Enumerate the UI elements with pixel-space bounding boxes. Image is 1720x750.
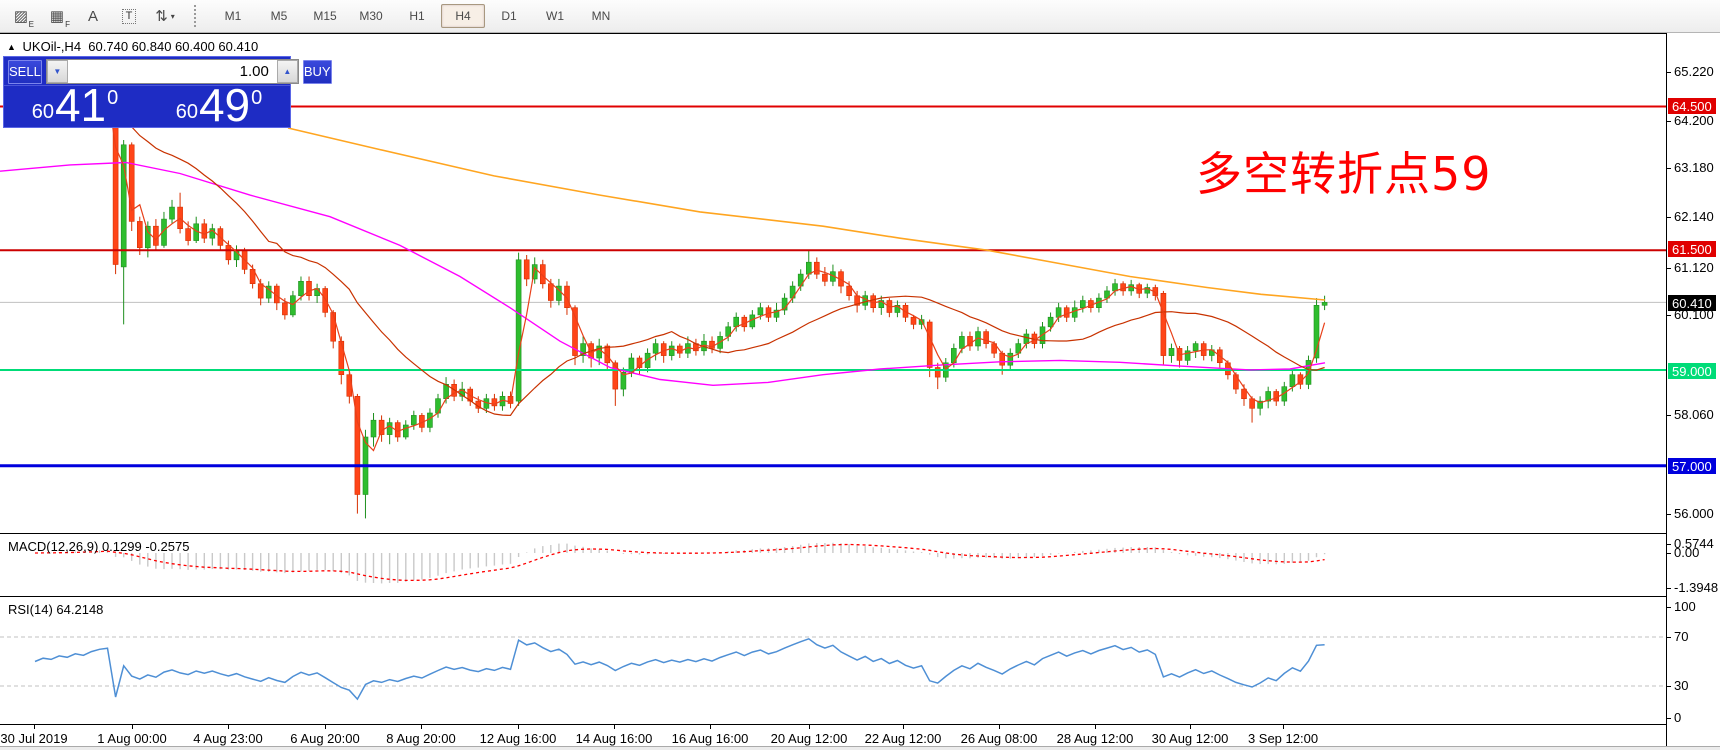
price-tick [1667,553,1671,554]
price-tick [1667,607,1671,608]
date-tick [1283,725,1284,729]
macd-indicator-canvas[interactable] [0,536,1666,596]
price-tick-label: -1.3948 [1674,580,1718,595]
date-axis[interactable]: 30 Jul 2019 1 Aug 00:00 4 Aug 23:00 6 Aug 2… [0,725,1666,746]
price-tick [1667,415,1671,416]
price-tick [1667,268,1671,269]
timeframe-button-d1[interactable]: D1 [487,4,531,28]
date-tick-label: 28 Aug 12:00 [1057,731,1134,746]
date-tick-label: 16 Aug 16:00 [672,731,749,746]
timeframe-button-m30[interactable]: M30 [349,4,393,28]
price-level-badge: 64.500 [1668,98,1716,114]
price-tick-label: 62.140 [1674,209,1714,224]
date-tick [518,725,519,729]
date-tick [325,725,326,729]
chart-title: ▲ UKOil-,H4 60.740 60.840 60.400 60.410 [7,39,258,54]
buy-button[interactable]: BUY [303,60,332,84]
price-level-badge: 59.000 [1668,363,1716,379]
price-tick-label: 70 [1674,629,1688,644]
date-tick-label: 3 Sep 12:00 [1248,731,1318,746]
price-tick [1667,514,1671,515]
date-tick-label: 20 Aug 12:00 [771,731,848,746]
price-tick [1667,315,1671,316]
cursor-arrows-icon[interactable]: ⇅▾ [150,4,180,28]
date-tick [809,725,810,729]
date-tick [710,725,711,729]
price-tick-label: 0.00 [1674,545,1699,560]
date-tick-label: 4 Aug 23:00 [193,731,262,746]
date-tick [421,725,422,729]
symbol-period-label: UKOil-,H4 [23,39,82,54]
date-tick [132,725,133,729]
price-level-badge: 61.500 [1668,241,1716,257]
price-tick-label: 63.180 [1674,160,1714,175]
date-tick-label: 30 Aug 12:00 [1152,731,1229,746]
volume-increase-button[interactable]: ▲ [277,60,298,83]
rsi-label: RSI(14) 64.2148 [8,602,103,617]
one-click-trading-panel: SELL ▼ ▲ BUY 60410 60490 [3,56,291,128]
price-tick [1667,72,1671,73]
date-tick-label: 8 Aug 20:00 [386,731,455,746]
timeframe-button-m5[interactable]: M5 [257,4,301,28]
timeframe-button-m15[interactable]: M15 [303,4,347,28]
hatch-pattern-icon[interactable]: ▨E [6,4,36,28]
grid-pattern-icon[interactable]: ▦F [42,4,72,28]
price-tick [1667,217,1671,218]
window-bottom-edge [0,746,1720,750]
chart-marker-icon: ▲ [7,42,16,52]
price-level-badge: 57.000 [1668,458,1716,474]
timeframe-button-w1[interactable]: W1 [533,4,577,28]
sell-button[interactable]: SELL [8,60,42,84]
date-tick-label: 6 Aug 20:00 [290,731,359,746]
macd-label: MACD(12,26,9) 0.1299 -0.2575 [8,539,189,554]
price-level-badge: 60.410 [1668,295,1716,311]
price-tick-label: 0 [1674,710,1681,725]
price-tick-label: 56.000 [1674,506,1714,521]
price-tick-label: 65.220 [1674,64,1714,79]
price-tick-label: 64.200 [1674,113,1714,128]
date-tick-label: 1 Aug 00:00 [97,731,166,746]
price-tick [1667,168,1671,169]
trading-platform-window: ▨E▦FAT⇅▾ M1M5M15M30H1H4D1W1MN ▲ UKOil-,H… [0,0,1720,750]
timeframe-button-m1[interactable]: M1 [211,4,255,28]
price-tick [1667,544,1671,545]
date-tick-label: 14 Aug 16:00 [576,731,653,746]
text-box-icon[interactable]: T [114,4,144,28]
price-tick-label: 58.060 [1674,407,1714,422]
price-tick [1667,588,1671,589]
rsi-indicator-canvas[interactable] [0,599,1666,724]
timeframe-button-h1[interactable]: H1 [395,4,439,28]
date-tick-label: 12 Aug 16:00 [480,731,557,746]
date-tick [1095,725,1096,729]
date-tick [34,725,35,729]
date-tick-label: 26 Aug 08:00 [961,731,1038,746]
date-tick [903,725,904,729]
date-tick-label: 22 Aug 12:00 [865,731,942,746]
timeframe-button-h4[interactable]: H4 [441,4,485,28]
buy-price-display[interactable]: 60490 [148,86,290,127]
price-tick [1667,686,1671,687]
timeframe-button-mn[interactable]: MN [579,4,623,28]
price-axis[interactable]: 65.22064.20063.18062.14061.12060.10058.0… [1667,33,1720,746]
date-tick [614,725,615,729]
chart-annotation-text: 多空转折点59 [1196,138,1492,204]
price-tick [1667,718,1671,719]
toolbar: ▨E▦FAT⇅▾ M1M5M15M30H1H4D1W1MN [0,0,1720,33]
price-tick-label: 100 [1674,599,1696,614]
text-label-icon[interactable]: A [78,4,108,28]
date-tick [999,725,1000,729]
sell-price-display[interactable]: 60410 [4,86,146,127]
date-tick [228,725,229,729]
date-tick-label: 30 Jul 2019 [0,731,67,746]
price-tick-label: 61.120 [1674,260,1714,275]
price-tick [1667,637,1671,638]
price-tick-label: 30 [1674,678,1688,693]
toolbar-grip [194,5,202,27]
date-tick [1190,725,1191,729]
price-tick [1667,121,1671,122]
ohlc-values: 60.740 60.840 60.400 60.410 [88,39,258,54]
